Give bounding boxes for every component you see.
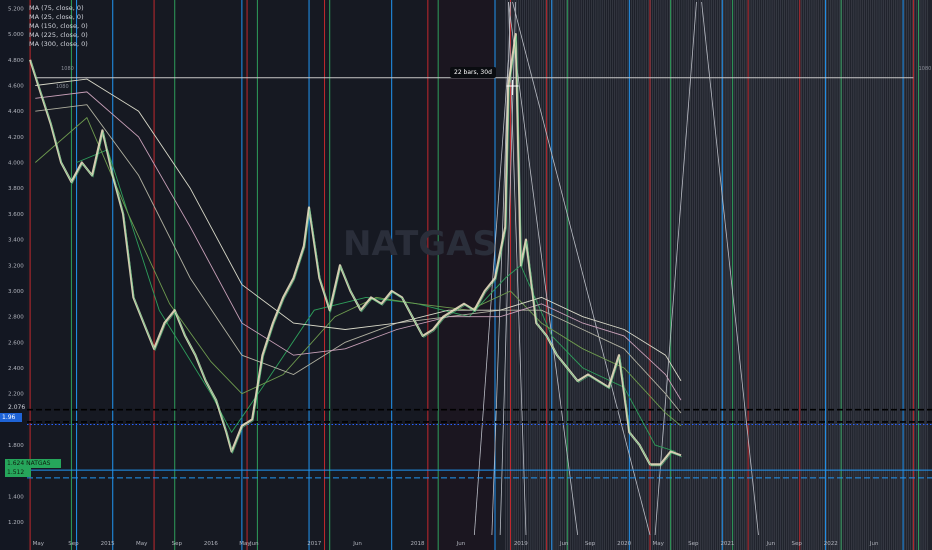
y-tick-label: 2.600: [8, 340, 24, 346]
x-tick-label: Jun: [456, 541, 466, 547]
x-tick-label: 2022: [824, 541, 838, 547]
level-label-left: 1080: [61, 66, 74, 72]
y-tick-label: 4.600: [8, 83, 24, 89]
y-tick-label: 2.800: [8, 315, 24, 321]
x-tick-label: 2017: [307, 541, 321, 547]
level-label-mid: 1080: [56, 84, 69, 90]
y-tick-label: 3.800: [8, 186, 24, 192]
x-tick-label: 2021: [720, 541, 734, 547]
y-tick-label: 4.200: [8, 135, 24, 141]
price-tag-last: 1.624 NATGAS: [5, 459, 61, 468]
level-label-right: 1080: [919, 66, 932, 72]
y-tick-label: 5.000: [8, 32, 24, 38]
legend-ma-25[interactable]: MA (25, close, 0): [29, 13, 88, 22]
price-tag-2076: 2.076: [6, 403, 28, 412]
x-tick-label: Sep: [585, 541, 596, 547]
x-tick-label: Jun: [869, 541, 879, 547]
x-tick-label: May: [653, 541, 665, 547]
price-tag-last-2: 1.512: [5, 468, 31, 477]
price-tag-blue: 1.96: [0, 413, 22, 422]
y-tick-label: 4.400: [8, 109, 24, 115]
x-tick-label: Jun: [352, 541, 362, 547]
bars-range-tooltip: 22 bars, 30d: [450, 67, 496, 78]
x-tick-label: 2016: [204, 541, 218, 547]
y-tick-label: 1.800: [8, 443, 24, 449]
y-tick-label: 5.200: [8, 6, 24, 12]
x-tick-label: Sep: [791, 541, 802, 547]
x-tick-label: May: [33, 541, 45, 547]
x-tick-label: Jun: [249, 541, 259, 547]
y-tick-label: 3.600: [8, 212, 24, 218]
y-axis-labels: 5.200 5.000 4.800 4.600 4.400 4.200 4.000 3.800…: [8, 6, 24, 526]
y-tick-label: 3.200: [8, 263, 24, 269]
y-tick-label: 3.000: [8, 289, 24, 295]
y-tick-label: 3.400: [8, 238, 24, 244]
indicator-legend[interactable]: MA (75, close, 0) MA (25, close, 0) MA (…: [29, 4, 88, 49]
legend-ma-225[interactable]: MA (225, close, 0): [29, 31, 88, 40]
x-tick-label: May: [136, 541, 148, 547]
y-tick-label: 4.800: [8, 58, 24, 64]
x-tick-label: Jun: [559, 541, 569, 547]
x-tick-label: 2015: [101, 541, 115, 547]
x-tick-label: Jun: [766, 541, 776, 547]
legend-ma-150[interactable]: MA (150, close, 0): [29, 22, 88, 31]
symbol-watermark: NATGAS: [343, 224, 497, 264]
y-tick-label: 1.400: [8, 494, 24, 500]
y-tick-label: 2.200: [8, 392, 24, 398]
x-tick-label: 2020: [617, 541, 631, 547]
chart-canvas[interactable]: NATGAS 1080 1080 1080 5.200 5.000 4.800 4.600…: [0, 0, 932, 550]
legend-ma-300[interactable]: MA (300, close, 0): [29, 40, 88, 49]
x-tick-label: Sep: [688, 541, 699, 547]
y-tick-label: 2.400: [8, 366, 24, 372]
x-tick-label: 2019: [514, 541, 528, 547]
x-tick-label: 2018: [411, 541, 425, 547]
y-tick-label: 1.200: [8, 520, 24, 526]
y-tick-label: 4.000: [8, 161, 24, 167]
x-tick-label: Sep: [172, 541, 183, 547]
legend-ma-75[interactable]: MA (75, close, 0): [29, 4, 88, 13]
shaded-panel-main: [27, 0, 495, 550]
x-tick-label: Sep: [68, 541, 79, 547]
